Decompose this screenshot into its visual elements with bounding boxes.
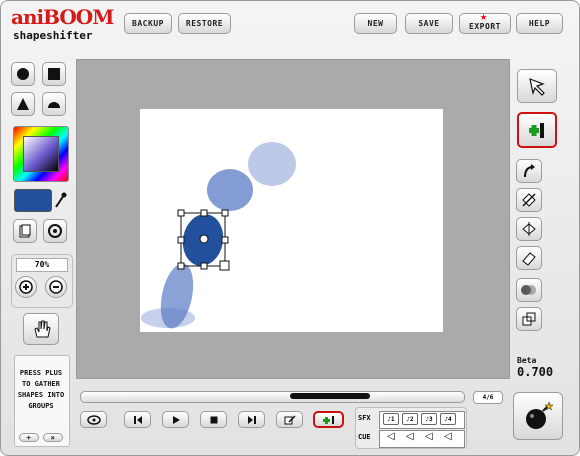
step-back-button[interactable] [124,411,151,428]
layers-icon [522,312,536,326]
sfx-slot-1[interactable]: ♪1 [383,413,399,425]
step-back-icon [133,415,142,424]
add-keyframe-icon [529,123,544,138]
arrow-tool-button[interactable] [517,69,557,103]
timeline-track[interactable] [80,391,465,403]
add-keyframe-button[interactable] [517,112,557,148]
step-forward-button[interactable] [238,411,265,428]
loop-button[interactable] [80,411,107,428]
version-label: 0.700 [517,365,554,379]
beta-label: Beta [517,356,537,365]
loop-icon [86,414,101,425]
shape-ellipse-flat [141,308,195,328]
cue-speaker-icon-2[interactable]: ◁ [406,431,414,442]
layers-tool-button[interactable] [516,307,542,331]
arrow-pointer-icon [529,78,545,96]
transform-tool-button[interactable] [516,217,542,241]
transform-icon [522,222,536,236]
flip-icon [522,193,536,207]
step-forward-icon [247,415,256,424]
sfx-slot-3[interactable]: ♪3 [421,413,437,425]
eraser-tool-button[interactable] [516,246,542,270]
stage-shapes [141,142,296,329]
edit-frame-button[interactable] [276,411,303,428]
shape-center-point [199,234,209,244]
add-frame-button[interactable] [313,411,344,428]
bend-tool-button[interactable] [516,159,542,183]
shape-ellipse-faint [248,142,296,186]
sfx-slot-4[interactable]: ♪4 [440,413,456,425]
eraser-icon [522,252,536,266]
play-icon [172,415,180,424]
bend-icon [524,164,535,178]
app-window: aniBOOM shapeshifter BACKUP RESTORE NEW … [0,0,580,456]
edit-frame-icon [284,414,296,424]
sfx-slot-2[interactable]: ♪2 [402,413,418,425]
stop-button[interactable] [200,411,227,428]
cue-speaker-icon-1[interactable]: ◁ [387,431,395,442]
shape-ellipse-mid [207,169,253,211]
cue-speaker-icon-3[interactable]: ◁ [425,431,433,442]
add-frame-icon [322,415,334,424]
frame-counter: 4/6 [473,391,503,404]
blur-tool-button[interactable] [516,278,542,302]
cue-speaker-icon-4[interactable]: ◁ [444,431,452,442]
bomb-button[interactable] [513,392,563,440]
timeline-scrubber[interactable] [290,393,370,399]
bomb-icon [526,401,554,429]
stop-icon [210,416,217,423]
blur-icon [521,285,536,295]
flip-tool-button[interactable] [516,188,542,212]
sfx-label: SFX [358,414,371,422]
cue-label: CUE [358,433,371,441]
play-button[interactable] [162,411,189,428]
